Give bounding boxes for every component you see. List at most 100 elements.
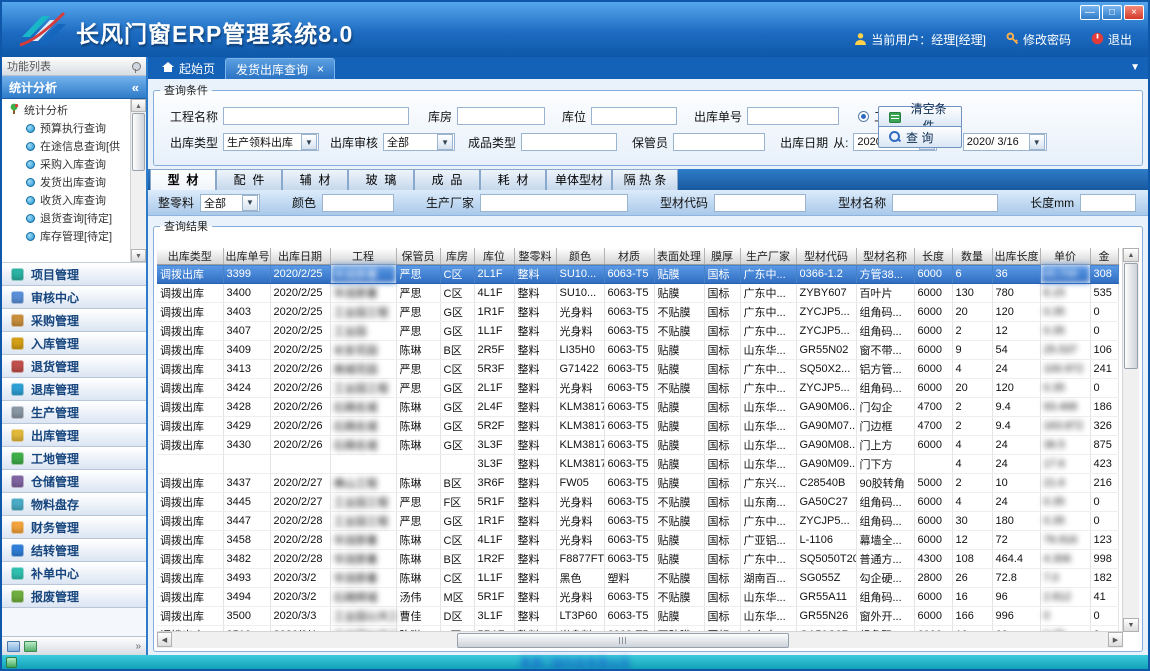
tree-item[interactable]: 采购入库查询 (2, 155, 146, 173)
table-row[interactable]: 调拨出库34472020/2/28工业园工程严思G区1R1F整料光身料6063-… (157, 512, 1118, 531)
material-tab[interactable]: 隔 热 条 (612, 169, 678, 190)
sidebar-item-财务管理[interactable]: 财务管理 (2, 516, 146, 539)
sidebar-item-入库管理[interactable]: 入库管理 (2, 332, 146, 355)
sidebar-item-退货管理[interactable]: 退货管理 (2, 355, 146, 378)
column-header[interactable]: 颜色 (556, 248, 604, 265)
tree-root[interactable]: 统计分析 (2, 101, 146, 119)
computer-icon[interactable] (7, 641, 20, 652)
table-row[interactable]: 调拨出库34092020/2/25长安花园陈琳B区2R5F整料LI35H0606… (157, 341, 1118, 360)
tab-close-icon[interactable]: × (317, 63, 324, 75)
material-tab[interactable]: 型 材 (150, 169, 216, 190)
sidebar-item-结转管理[interactable]: 结转管理 (2, 539, 146, 562)
color-input[interactable] (322, 194, 394, 212)
whole-piece-select[interactable]: 全部 ▼ (200, 194, 260, 212)
scroll-up-icon[interactable]: ▲ (1123, 248, 1139, 262)
order-no-input[interactable] (747, 107, 839, 125)
logout-button[interactable]: 退出 (1091, 31, 1132, 48)
project-name-input[interactable] (223, 107, 409, 125)
length-input[interactable] (1080, 194, 1136, 212)
tree-item[interactable]: 库存管理[待定] (2, 227, 146, 245)
column-header[interactable]: 表面处理 (654, 248, 704, 265)
column-header[interactable]: 出库类型 (157, 248, 223, 265)
table-row[interactable]: 调拨出库34302020/2/26石碣名城陈琳G区3L3F整料KLM381760… (157, 436, 1118, 455)
table-row[interactable]: 调拨出库34582020/2/28华润原著陈琳C区4L1F整料光身料6063-T… (157, 531, 1118, 550)
sidebar-item-仓储管理[interactable]: 仓储管理 (2, 470, 146, 493)
location-input[interactable] (591, 107, 677, 125)
keeper-input[interactable] (673, 133, 765, 151)
scroll-thumb[interactable] (132, 113, 145, 171)
product-type-input[interactable] (521, 133, 617, 151)
table-row[interactable]: 调拨出库34002020/2/25华润原著严思C区4L1F整料SU10...60… (157, 284, 1118, 303)
sidebar-item-物料盘存[interactable]: 物料盘存 (2, 493, 146, 516)
material-tab[interactable]: 配 件 (216, 169, 282, 190)
table-row[interactable]: 调拨出库34242020/2/26工业园工程严思G区2L1F整料光身料6063-… (157, 379, 1118, 398)
material-tab[interactable]: 辅 材 (282, 169, 348, 190)
column-header[interactable]: 材质 (604, 248, 654, 265)
sidebar-item-审核中心[interactable]: 审核中心 (2, 286, 146, 309)
material-tab[interactable]: 玻 璃 (348, 169, 414, 190)
column-header[interactable]: 出库单号 (223, 248, 270, 265)
maximize-button[interactable]: □ (1102, 5, 1122, 20)
tree-item[interactable]: 发货出库查询 (2, 173, 146, 191)
column-header[interactable]: 膜厚 (704, 248, 740, 265)
scroll-down-icon[interactable]: ▼ (1123, 618, 1139, 632)
column-header[interactable]: 整零料 (514, 248, 556, 265)
column-header[interactable]: 生产厂家 (740, 248, 796, 265)
scroll-up-icon[interactable]: ▲ (131, 99, 146, 112)
tree-item[interactable]: 收货入库查询 (2, 191, 146, 209)
material-tab[interactable]: 成 品 (414, 169, 480, 190)
tab-shipping-outbound-query[interactable]: 发货出库查询 × (225, 58, 335, 79)
column-header[interactable]: 型材名称 (856, 248, 914, 265)
profile-name-input[interactable] (892, 194, 998, 212)
footer-chevrons-icon[interactable]: » (135, 641, 141, 652)
column-header[interactable]: 单价 (1040, 248, 1090, 265)
scroll-left-icon[interactable]: ◀ (157, 632, 172, 647)
tree-item[interactable]: 退货查询[待定] (2, 209, 146, 227)
sidebar-item-补单中心[interactable]: 补单中心 (2, 562, 146, 585)
table-row[interactable]: 调拨出库34132020/2/26南城花园严思C区5R3F整料G71422606… (157, 360, 1118, 379)
table-row[interactable]: 调拨出库34292020/2/26石碣名城陈琳G区5R2F整料KLM381760… (157, 417, 1118, 436)
column-header[interactable]: 金 (1090, 248, 1118, 265)
table-row[interactable]: 调拨出库34372020/2/27佛山工程陈琳B区3R6F整料FW056063-… (157, 474, 1118, 493)
sidebar-item-生产管理[interactable]: 生产管理 (2, 401, 146, 424)
column-header[interactable]: 出库日期 (270, 248, 330, 265)
table-row[interactable]: 3L3F整料KLM38176063-T5贴膜国标山东华...GA90M09...… (157, 455, 1118, 474)
column-header[interactable]: 出库长度 (992, 248, 1040, 265)
sidebar-item-退库管理[interactable]: 退库管理 (2, 378, 146, 401)
tab-home[interactable]: 起始页 (152, 57, 225, 79)
table-row[interactable]: 调拨出库34942020/3/2石碣辉城汤伟M区5R1F整料光身料6063-T5… (157, 588, 1118, 607)
column-header[interactable]: 工程 (330, 248, 396, 265)
profile-code-input[interactable] (714, 194, 806, 212)
table-row[interactable]: 调拨出库34032020/2/25工业园工程严思G区1R1F整料光身料6063-… (157, 303, 1118, 322)
table-row[interactable]: 调拨出库34072020/2/25工业园严思G区1L1F整料光身料6063-T5… (157, 322, 1118, 341)
table-row[interactable]: 调拨出库34822020/2/28华润原著陈琳B区1R2F整料F8877FT60… (157, 550, 1118, 569)
scroll-thumb[interactable] (457, 633, 789, 648)
sidebar-item-项目管理[interactable]: 项目管理 (2, 263, 146, 286)
sidebar-item-出库管理[interactable]: 出库管理 (2, 424, 146, 447)
change-password-button[interactable]: 修改密码 (1006, 31, 1071, 48)
audit-select[interactable]: 全部 ▼ (383, 133, 455, 151)
tree-item[interactable]: 预算执行查询 (2, 119, 146, 137)
pin-icon[interactable] (132, 62, 141, 71)
minimize-button[interactable]: — (1080, 5, 1100, 20)
table-row[interactable]: 调拨出库35002020/3/3工业园公共工程曹佳D区3L1F整料LT3P606… (157, 607, 1118, 626)
material-tab[interactable]: 耗 材 (480, 169, 546, 190)
column-header[interactable]: 长度 (914, 248, 952, 265)
material-tab[interactable]: 单体型材 (546, 169, 612, 190)
column-header[interactable]: 型材代码 (796, 248, 856, 265)
warehouse-input[interactable] (457, 107, 545, 125)
sidebar-item-采购管理[interactable]: 采购管理 (2, 309, 146, 332)
scroll-right-icon[interactable]: ▶ (1108, 632, 1123, 647)
vertical-scrollbar[interactable]: ▲ ▼ (1122, 248, 1139, 632)
close-button[interactable]: × (1124, 5, 1144, 20)
tree-item[interactable]: 在途信息查询[供 (2, 137, 146, 155)
sidebar-item-报废管理[interactable]: 报废管理 (2, 585, 146, 608)
date-to-picker[interactable]: 2020/ 3/16 ▼ (963, 133, 1047, 151)
clear-conditions-button[interactable]: 清空条件 (878, 106, 962, 128)
sidebar-section-statistics[interactable]: 统计分析 « (2, 76, 146, 99)
column-header[interactable]: 库位 (474, 248, 514, 265)
column-header[interactable]: 库房 (440, 248, 474, 265)
sidebar-item-工地管理[interactable]: 工地管理 (2, 447, 146, 470)
scroll-down-icon[interactable]: ▼ (131, 249, 146, 262)
radio-gongzhuang[interactable] (858, 111, 869, 122)
